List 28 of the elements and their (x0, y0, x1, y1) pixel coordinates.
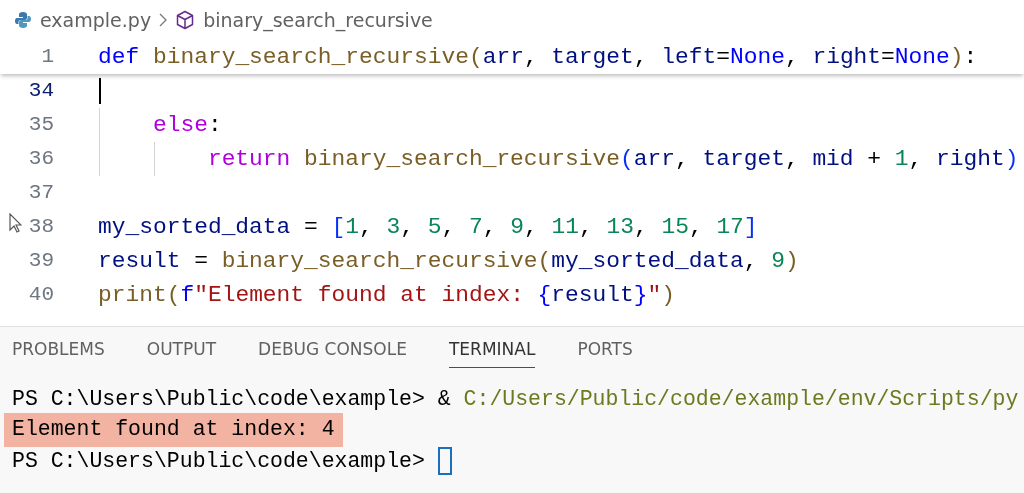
file-name[interactable]: example.py (40, 5, 152, 35)
symbol-name[interactable]: binary_search_recursive (203, 5, 433, 35)
line-number: 36 (27, 146, 54, 172)
highlighted-output: Element found at index: 4 (4, 413, 343, 447)
mouse-pointer-icon (9, 213, 22, 233)
panel-tab[interactable]: TERMINAL (448, 327, 536, 368)
line-number: 39 (27, 248, 54, 274)
code-line: print(f"Element found at index: {result}") (98, 282, 676, 308)
terminal-line: PS C:\Users\Public\code\example> (12, 447, 426, 475)
code-line: result = binary_search_recursive(my_sorted_data, 9) (98, 248, 799, 274)
terminal-line: PS C:\Users\Public\code\example> & C:/Users/Public/code/example/env/Scripts/py (12, 385, 1019, 413)
code-line: else: (151, 112, 222, 138)
line-number: 34 (27, 78, 54, 104)
panel-tab[interactable]: OUTPUT (146, 327, 217, 368)
cube-icon (175, 10, 196, 30)
code-line: return binary_search_recursive(arr, target, mid + 1, right) (206, 146, 1019, 172)
code-line: def binary_search_recursive(arr, target, left=None, right=None): (98, 44, 978, 70)
line-number: 40 (27, 282, 54, 308)
panel-tab[interactable]: PORTS (577, 327, 633, 368)
line-number: 35 (27, 112, 54, 138)
panel-tab[interactable]: PROBLEMS (12, 327, 105, 368)
python-icon (14, 11, 32, 29)
line-number: 1 (40, 44, 54, 70)
code-line: my_sorted_data = [1, 3, 5, 7, 9, 11, 13, 15, 17] (98, 214, 758, 240)
line-number: 37 (27, 180, 54, 206)
panel-tab[interactable]: DEBUG CONSOLE (258, 327, 407, 368)
line-number: 38 (27, 214, 54, 240)
chevron-icon (159, 13, 168, 27)
